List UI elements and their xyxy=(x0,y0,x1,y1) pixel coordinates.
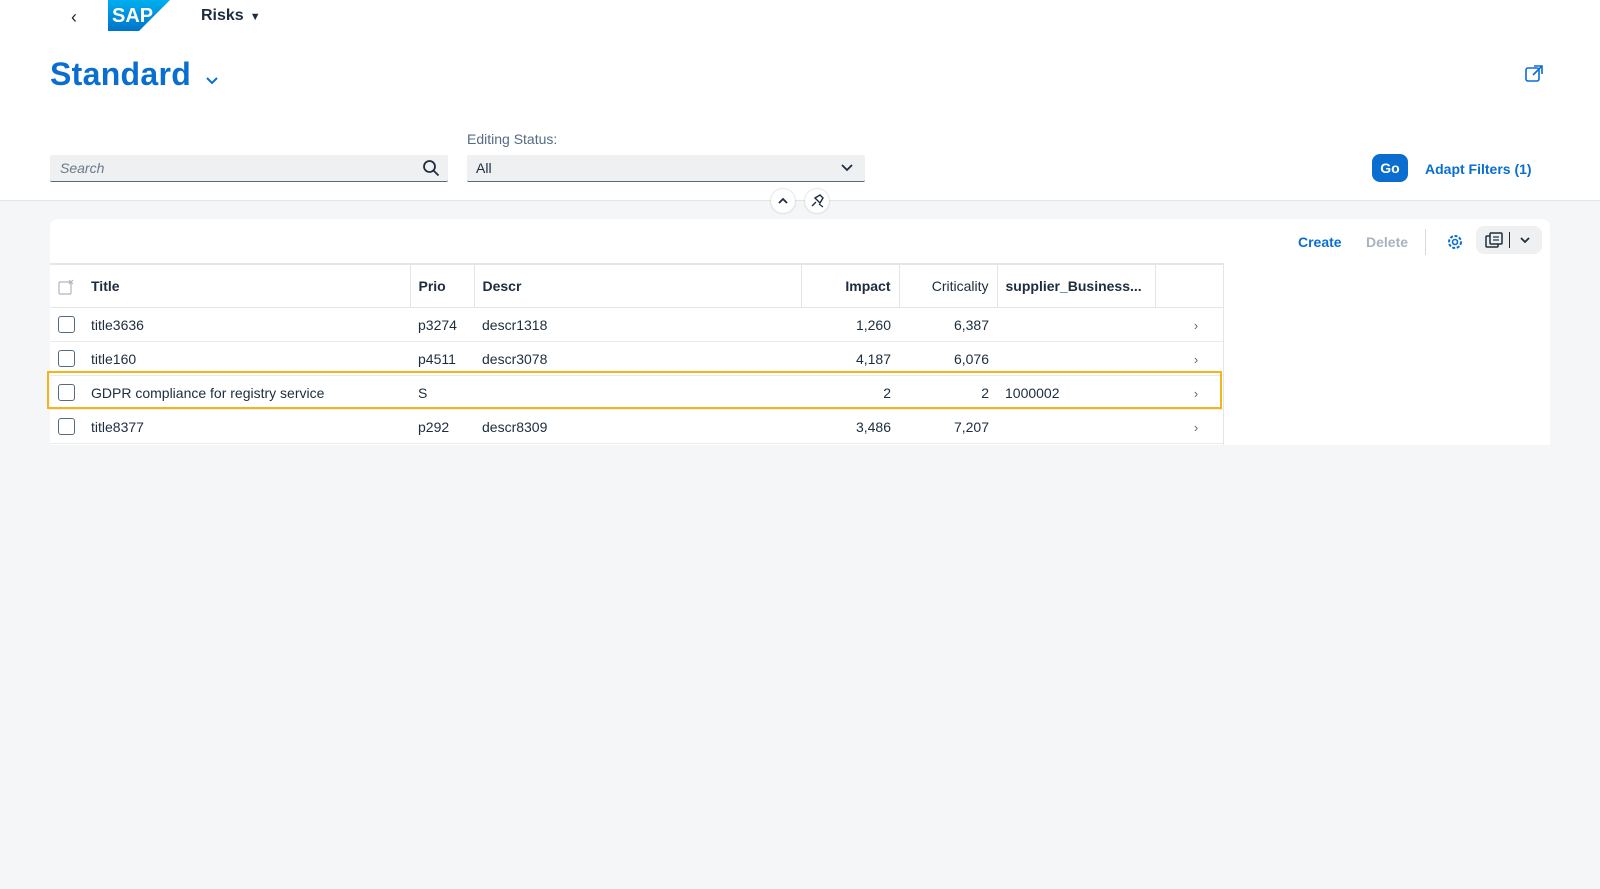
select-all-header[interactable] xyxy=(50,263,83,308)
chevron-down-icon xyxy=(841,164,853,172)
settings-icon[interactable] xyxy=(1442,229,1468,255)
adapt-filters-button[interactable]: Adapt Filters (1) xyxy=(1425,161,1532,177)
editing-status-select[interactable]: All xyxy=(467,155,865,182)
sap-logo[interactable]: SAP xyxy=(108,0,170,31)
search-icon[interactable] xyxy=(422,159,440,177)
cell-criticality: 6,076 xyxy=(899,341,997,376)
variant-selector[interactable]: Standard xyxy=(50,56,218,93)
table-card: Create Delete Title Prio Descr Impact Cr… xyxy=(47,219,1550,445)
cell-impact: 1,260 xyxy=(801,307,899,342)
editing-status-label: Editing Status: xyxy=(467,131,558,147)
row-checkbox[interactable] xyxy=(58,418,75,436)
delete-button[interactable]: Delete xyxy=(1366,234,1408,250)
table-header-row: Title Prio Descr Impact Criticality supp… xyxy=(50,263,1223,308)
app-title: Risks xyxy=(201,7,244,24)
cell-title: GDPR compliance for registry service xyxy=(83,375,410,410)
cell-descr: descr8309 xyxy=(474,409,801,444)
cell-prio: p3274 xyxy=(410,307,474,342)
row-navigation-icon[interactable]: › xyxy=(1191,420,1201,435)
risks-table: Title Prio Descr Impact Criticality supp… xyxy=(50,263,1223,444)
export-divider xyxy=(1509,232,1510,248)
cell-title: title3636 xyxy=(83,307,410,342)
chevron-down-icon[interactable] xyxy=(1518,233,1532,247)
export-button[interactable] xyxy=(1476,226,1542,254)
back-icon[interactable]: ‹ xyxy=(64,6,84,28)
pin-icon xyxy=(811,194,824,208)
cell-title: title8377 xyxy=(83,409,410,444)
cell-supplier xyxy=(997,409,1155,444)
cell-impact: 2 xyxy=(801,375,899,410)
table-row[interactable]: title3636 p3274 descr1318 1,260 6,387 › xyxy=(50,307,1223,342)
column-header-descr[interactable]: Descr xyxy=(474,263,802,308)
column-header-title[interactable]: Title xyxy=(83,263,411,308)
search-field[interactable] xyxy=(50,155,448,182)
chevron-down-icon xyxy=(205,77,218,85)
table-row[interactable]: title8377 p292 descr8309 3,486 7,207 › xyxy=(50,409,1223,444)
pin-header-button[interactable] xyxy=(805,189,829,213)
clear-selection-icon[interactable] xyxy=(58,279,74,295)
column-header-prio[interactable]: Prio xyxy=(410,263,475,308)
create-button[interactable]: Create xyxy=(1298,234,1342,250)
svg-text:SAP: SAP xyxy=(112,5,153,27)
cell-descr xyxy=(474,375,801,410)
shell-bar: ‹ SAP Risks ▼ xyxy=(0,0,1600,34)
column-header-navigation xyxy=(1155,263,1223,308)
share-icon[interactable] xyxy=(1524,64,1544,84)
editing-status-value: All xyxy=(476,160,492,176)
table-right-border xyxy=(1223,263,1224,445)
cell-supplier xyxy=(997,341,1155,376)
collapse-icon xyxy=(778,197,788,204)
chevron-down-icon: ▼ xyxy=(249,11,261,23)
row-navigation-icon[interactable]: › xyxy=(1191,386,1201,401)
cell-supplier xyxy=(997,307,1155,342)
cell-criticality: 7,207 xyxy=(899,409,997,444)
header-area: ‹ SAP Risks ▼ Standard Search Editing St… xyxy=(0,0,1600,201)
page-title: Standard xyxy=(50,56,192,92)
table-row[interactable]: title160 p4511 descr3078 4,187 6,076 › xyxy=(50,341,1223,376)
cell-criticality: 2 xyxy=(899,375,997,410)
cell-descr: descr3078 xyxy=(474,341,801,376)
cell-criticality: 6,387 xyxy=(899,307,997,342)
cell-prio: S xyxy=(410,375,474,410)
column-header-supplier[interactable]: supplier_Business... xyxy=(997,263,1156,308)
search-input[interactable] xyxy=(50,155,420,181)
column-header-criticality[interactable]: Criticality xyxy=(899,263,998,308)
cell-supplier: 1000002 xyxy=(997,375,1155,410)
toolbar-separator xyxy=(1425,229,1426,255)
cell-impact: 4,187 xyxy=(801,341,899,376)
go-button[interactable]: Go xyxy=(1372,154,1408,182)
export-icon xyxy=(1485,232,1503,248)
collapse-header-button[interactable] xyxy=(771,189,795,213)
row-navigation-icon[interactable]: › xyxy=(1191,352,1201,367)
table-row[interactable]: GDPR compliance for registry service S 2… xyxy=(50,375,1223,410)
row-checkbox[interactable] xyxy=(58,384,75,402)
column-header-impact[interactable]: Impact xyxy=(801,263,900,308)
row-navigation-icon[interactable]: › xyxy=(1191,318,1201,333)
app-title-menu[interactable]: Risks ▼ xyxy=(201,7,261,25)
row-checkbox[interactable] xyxy=(58,316,75,334)
cell-impact: 3,486 xyxy=(801,409,899,444)
cell-descr: descr1318 xyxy=(474,307,801,342)
cell-prio: p292 xyxy=(410,409,474,444)
row-checkbox[interactable] xyxy=(58,350,75,368)
cell-title: title160 xyxy=(83,341,410,376)
cell-prio: p4511 xyxy=(410,341,474,376)
